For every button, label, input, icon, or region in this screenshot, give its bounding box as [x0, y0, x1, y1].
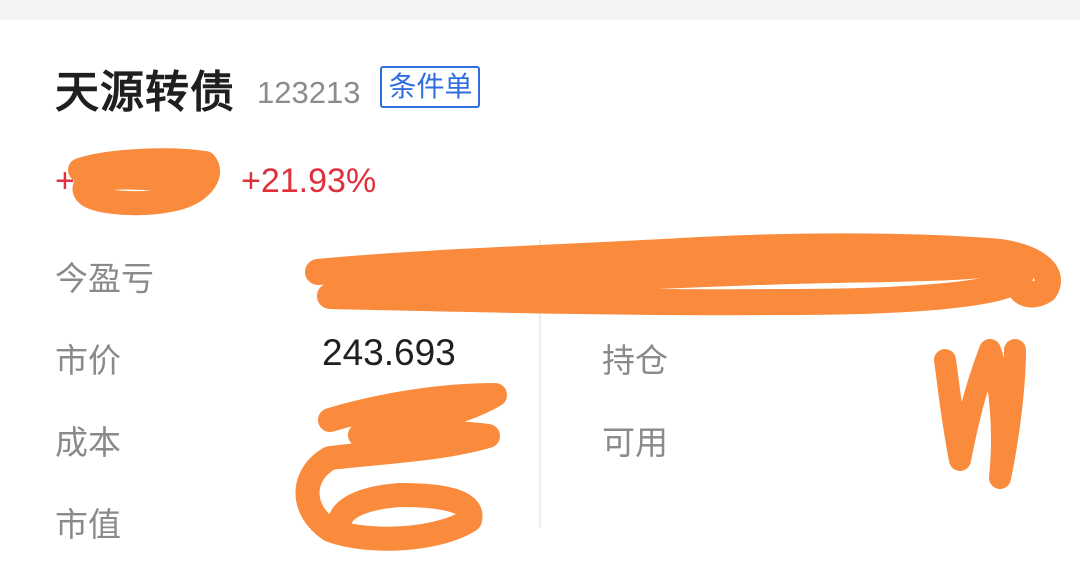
market-price-value: 243.693 — [322, 332, 456, 373]
change-amount: +2 — [55, 161, 204, 200]
column-divider — [539, 240, 541, 528]
change-percent: +21.93% — [241, 161, 377, 200]
conditional-order-button[interactable]: 条件单 — [380, 66, 481, 108]
market-price-label: 市价 — [55, 341, 121, 380]
stock-header: 天源转债 123213 条件单 — [55, 58, 481, 118]
today-pnl-label: 今盈亏 — [55, 259, 154, 298]
stock-name: 天源转债 — [55, 67, 235, 118]
holding-label: 持仓 — [602, 341, 668, 380]
stock-code: 123213 — [257, 75, 361, 110]
available-label: 可用 — [602, 423, 668, 462]
cost-label: 成本 — [55, 423, 121, 462]
market-value-label: 市值 — [55, 505, 121, 544]
price-change-row: +2 +21.93% — [55, 158, 376, 204]
top-divider-strip — [0, 0, 1080, 20]
